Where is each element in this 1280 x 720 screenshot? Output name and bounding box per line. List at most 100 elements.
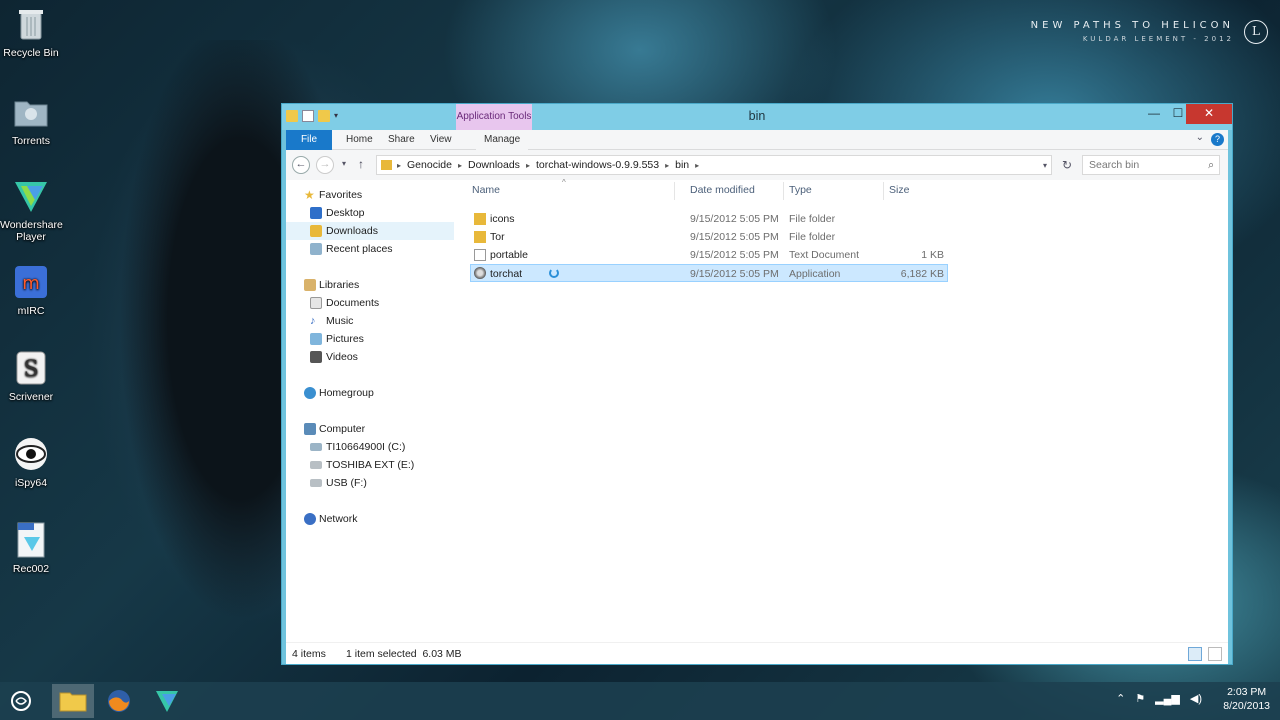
desktop-icon-torrents[interactable]: Torrents: [0, 92, 62, 147]
breadcrumb-downloads[interactable]: Downloads: [468, 159, 520, 171]
file-size: 6,182 KB: [900, 268, 944, 280]
column-divider[interactable]: [674, 182, 675, 200]
nav-item-desktop[interactable]: Desktop: [286, 204, 454, 222]
nav-favorites[interactable]: ★ Favorites: [286, 186, 454, 204]
close-button[interactable]: ✕: [1186, 104, 1232, 124]
tab-manage[interactable]: Manage: [476, 130, 529, 150]
nav-item-downloads[interactable]: Downloads: [286, 222, 454, 240]
drive-icon: [310, 443, 322, 451]
taskbar-file-explorer[interactable]: [52, 684, 94, 718]
desktop-icon-label: mIRC: [17, 305, 45, 317]
file-row-portable[interactable]: portable 9/15/2012 5:05 PM Text Document…: [470, 246, 948, 264]
breadcrumb-separator: ▸: [457, 160, 462, 170]
nav-item-drive-c[interactable]: TI10664900I (C:): [286, 438, 454, 456]
nav-item-pictures[interactable]: Pictures: [286, 330, 454, 348]
clock[interactable]: 2:03 PM 8/20/2013: [1223, 685, 1270, 713]
desktop-icon-mirc[interactable]: m mIRC: [0, 262, 62, 317]
refresh-icon[interactable]: ↻: [1062, 158, 1072, 172]
file-date: 9/15/2012 5:05 PM: [690, 231, 779, 243]
nav-homegroup[interactable]: Homegroup: [286, 384, 454, 402]
desktop-icon-ispy[interactable]: iSpy64: [0, 434, 62, 489]
desktop-icon-label: Wondershare Player: [0, 219, 63, 243]
details-view-icon[interactable]: [1188, 647, 1202, 661]
pictures-icon: [310, 333, 322, 345]
breadcrumb-genocide[interactable]: Genocide: [407, 159, 452, 171]
wondershare-icon: [156, 691, 178, 712]
file-name: portable: [490, 249, 528, 261]
tab-home[interactable]: Home: [338, 130, 381, 150]
back-button[interactable]: ←: [292, 156, 310, 174]
desktop-icon-wondershare[interactable]: Wondershare Player: [0, 176, 63, 243]
nav-label: USB (F:): [326, 477, 367, 489]
desktop-icon: [310, 207, 322, 219]
tab-share[interactable]: Share: [380, 130, 423, 150]
file-list: ^ Name Date modified Type Size icons 9/1…: [462, 178, 1228, 642]
column-header-name[interactable]: Name: [472, 184, 500, 196]
address-dropdown-icon[interactable]: ▾: [1043, 161, 1047, 170]
column-header-size[interactable]: Size: [889, 184, 909, 196]
nav-item-recent-places[interactable]: Recent places: [286, 240, 454, 258]
file-row-torchat[interactable]: torchat 9/15/2012 5:05 PM Application 6,…: [470, 264, 948, 282]
firefox-icon: [108, 690, 130, 712]
show-hidden-icons[interactable]: ⌃: [1116, 692, 1125, 705]
nav-item-drive-f[interactable]: USB (F:): [286, 474, 454, 492]
flag-icon[interactable]: ⚑: [1135, 692, 1145, 705]
column-header-type[interactable]: Type: [789, 184, 812, 196]
desktop-icon-label: Scrivener: [8, 391, 54, 403]
file-type: File folder: [789, 231, 836, 243]
file-row-tor[interactable]: Tor 9/15/2012 5:05 PM File folder: [470, 228, 948, 246]
help-icon[interactable]: ?: [1211, 133, 1224, 146]
desktop-icon-recycle-bin[interactable]: Recycle Bin: [0, 4, 62, 59]
search-input[interactable]: Search bin ⌕: [1082, 155, 1220, 175]
file-row-icons[interactable]: icons 9/15/2012 5:05 PM File folder: [470, 210, 948, 228]
taskbar-wondershare[interactable]: [146, 684, 188, 718]
nav-libraries[interactable]: Libraries: [286, 276, 454, 294]
column-header-date[interactable]: Date modified: [690, 184, 755, 196]
file-date: 9/15/2012 5:05 PM: [690, 249, 779, 261]
wallpaper-author: KULDAR LEEMENT - 2012: [1082, 35, 1234, 43]
navigation-pane: ★ Favorites Desktop Downloads Recent pla…: [286, 180, 454, 642]
usb-drive-icon: [310, 479, 322, 487]
nav-computer[interactable]: Computer: [286, 420, 454, 438]
explorer-body: ★ Favorites Desktop Downloads Recent pla…: [286, 178, 1228, 642]
network-signal-icon[interactable]: ▂▄▆: [1155, 692, 1180, 705]
documents-icon: [310, 297, 322, 309]
column-divider[interactable]: [883, 182, 884, 200]
volume-icon[interactable]: ◀): [1190, 692, 1202, 705]
clock-time: 2:03 PM: [1227, 686, 1267, 698]
nav-label: Pictures: [326, 333, 364, 345]
item-count: 4 items: [292, 648, 326, 660]
start-button[interactable]: [0, 684, 42, 718]
folder-icon: [474, 231, 486, 243]
nav-item-videos[interactable]: Videos: [286, 348, 454, 366]
desktop-icon-rec002[interactable]: Rec002: [0, 520, 62, 575]
nav-item-drive-e[interactable]: TOSHIBA EXT (E:): [286, 456, 454, 474]
ribbon-expand-icon[interactable]: ⌄: [1196, 132, 1204, 143]
nav-network[interactable]: Network: [286, 510, 454, 528]
forward-button[interactable]: →: [316, 156, 334, 174]
title-bar[interactable]: ▾ Application Tools bin — ☐ ✕: [282, 104, 1232, 130]
taskbar-firefox[interactable]: [98, 684, 140, 718]
breadcrumb-bin[interactable]: bin: [675, 159, 689, 171]
nav-label: Videos: [326, 351, 358, 363]
breadcrumb-torchat[interactable]: torchat-windows-0.9.9.553: [536, 159, 659, 171]
file-type: File folder: [789, 213, 836, 225]
svg-text:m: m: [22, 273, 40, 294]
nav-label: Network: [319, 513, 358, 525]
tab-file[interactable]: File: [286, 130, 332, 150]
tab-view[interactable]: View: [422, 130, 460, 150]
desktop-icon-scrivener[interactable]: S Scrivener: [0, 348, 62, 403]
nav-item-music[interactable]: ♪ Music: [286, 312, 454, 330]
desktop-icon-label: Torrents: [12, 135, 50, 147]
column-divider[interactable]: [783, 182, 784, 200]
nav-label: Downloads: [326, 225, 378, 237]
nav-item-documents[interactable]: Documents: [286, 294, 454, 312]
selection-info: 1 item selected 6.03 MB: [346, 648, 462, 660]
file-date: 9/15/2012 5:05 PM: [690, 268, 779, 280]
up-button[interactable]: ↑: [358, 157, 364, 171]
address-bar[interactable]: ▸ Genocide ▸ Downloads ▸ torchat-windows…: [376, 155, 1052, 175]
recent-locations-icon[interactable]: ▾: [342, 159, 346, 168]
nav-label: Desktop: [326, 207, 365, 219]
window-title: bin: [748, 109, 766, 123]
large-icons-view-icon[interactable]: [1208, 647, 1222, 661]
